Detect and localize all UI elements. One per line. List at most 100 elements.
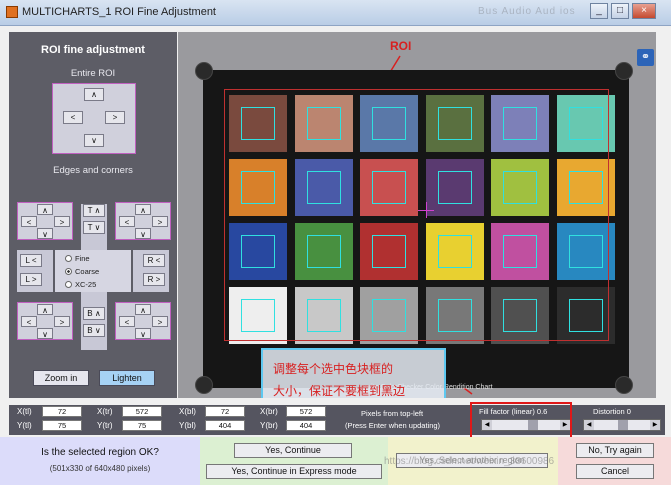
top-edge-down-button[interactable]: T ∨ <box>83 221 105 234</box>
tl-left-button[interactable]: < <box>21 216 37 227</box>
step-size-radio-group: Fine Coarse XC-25 <box>55 250 131 292</box>
y-tr-label: Y(tr) <box>97 421 113 430</box>
question-section: Is the selected region OK? (501x330 of 6… <box>0 437 200 485</box>
distortion-label: Distortion 0 <box>593 407 631 416</box>
watermark: https://blog.csdn.net/weixin_38600986 <box>384 456 555 467</box>
tl-up-button[interactable]: ∧ <box>37 204 53 215</box>
left-edge-left-button[interactable]: L < <box>20 254 42 267</box>
bl-up-button[interactable]: ∧ <box>37 304 53 315</box>
question-text: Is the selected region OK? <box>41 447 159 458</box>
menu-ghost-text: Bus Audio Aud ios <box>478 6 576 17</box>
radio-fine-label: Fine <box>75 254 90 263</box>
crosshair-v <box>426 202 427 218</box>
y-br-label: Y(br) <box>260 421 278 430</box>
x-br-label: X(br) <box>260 407 278 416</box>
region-info: (501x330 of 640x480 pixels) <box>49 464 151 473</box>
y-bl-label: Y(bl) <box>179 421 196 430</box>
tl-right-button[interactable]: > <box>54 216 70 227</box>
bl-down-button[interactable]: ∨ <box>37 328 53 339</box>
entire-right-button[interactable]: > <box>105 111 125 124</box>
distortion-slider[interactable]: ◀ ▶ <box>583 419 661 431</box>
annotation-line-2: 大小，保证不要框到黑边 <box>273 384 406 398</box>
maximize-icon[interactable]: □ <box>611 3 629 19</box>
x-bl-input[interactable]: 72 <box>205 406 245 417</box>
entire-roi-controls: ∧ < > ∨ <box>52 83 136 154</box>
bottom-edge-up-button[interactable]: B ∧ <box>83 307 105 320</box>
matlab-app-icon <box>6 6 18 18</box>
no-section: No, Try again Cancel <box>558 437 671 485</box>
entire-up-button[interactable]: ∧ <box>84 88 104 101</box>
right-edge-right-button[interactable]: R > <box>143 273 165 286</box>
entire-roi-label: Entire ROI <box>70 68 116 79</box>
zoom-in-button[interactable]: Zoom in <box>33 370 89 386</box>
x-tr-input[interactable]: 572 <box>122 406 162 417</box>
board-peg <box>195 62 213 80</box>
yes-express-button[interactable]: Yes, Continue in Express mode <box>206 464 382 479</box>
x-bl-label: X(bl) <box>179 407 196 416</box>
slider-left-arrow-icon[interactable]: ◀ <box>584 420 594 430</box>
panel-title: ROI fine adjustment <box>41 44 145 56</box>
annotation-line-1: 调整每个选中色块框的 <box>273 362 394 376</box>
chart-image-view[interactable]: ROI ⚭ x-rite ColorChecker Color Renditio… <box>178 32 656 398</box>
bottom-edge-down-button[interactable]: B ∨ <box>83 324 105 337</box>
x-br-input[interactable]: 572 <box>286 406 326 417</box>
fill-factor-highlight <box>470 402 572 439</box>
y-bl-input[interactable]: 404 <box>205 420 245 431</box>
radio-xc25-label: XC-25 <box>75 280 97 289</box>
entire-down-button[interactable]: ∨ <box>84 134 104 147</box>
br-down-button[interactable]: ∨ <box>135 328 151 339</box>
y-br-input[interactable]: 404 <box>286 420 326 431</box>
br-left-button[interactable]: < <box>119 316 135 327</box>
corner-top-left: ∧ < > ∨ <box>17 202 73 240</box>
tr-right-button[interactable]: > <box>152 216 168 227</box>
distortion-thumb[interactable] <box>618 420 628 430</box>
no-try-again-button[interactable]: No, Try again <box>576 443 654 458</box>
annotation-box: 调整每个选中色块框的 大小，保证不要框到黑边 <box>261 348 446 398</box>
tr-left-button[interactable]: < <box>119 216 135 227</box>
title-bar: MULTICHARTS_1 ROI Fine Adjustment Bus Au… <box>0 0 671 26</box>
yes-section: Yes, Continue Yes, Continue in Express m… <box>200 437 388 485</box>
top-edge-up-button[interactable]: T ∧ <box>83 204 105 217</box>
radio-dot-selected-icon <box>65 268 72 275</box>
close-icon[interactable]: × <box>632 3 656 19</box>
y-tl-label: Y(tl) <box>17 421 32 430</box>
left-edge-right-button[interactable]: L > <box>20 273 42 286</box>
press-enter-note: (Press Enter when updating) <box>345 421 441 430</box>
br-right-button[interactable]: > <box>152 316 168 327</box>
bl-right-button[interactable]: > <box>54 316 70 327</box>
action-bar: Is the selected region OK? (501x330 of 6… <box>0 437 671 485</box>
lighten-button[interactable]: Lighten <box>99 370 155 386</box>
roi-adjust-panel: ROI fine adjustment Entire ROI ∧ < > ∨ E… <box>9 32 177 398</box>
minimize-icon[interactable]: _ <box>590 3 608 19</box>
yes-continue-button[interactable]: Yes, Continue <box>234 443 352 458</box>
radio-coarse-label: Coarse <box>75 267 100 276</box>
slider-right-arrow-icon[interactable]: ▶ <box>650 420 660 430</box>
br-up-button[interactable]: ∧ <box>135 304 151 315</box>
bl-left-button[interactable]: < <box>21 316 37 327</box>
x-tl-input[interactable]: 72 <box>42 406 82 417</box>
window-title: MULTICHARTS_1 ROI Fine Adjustment <box>22 6 216 18</box>
corner-bottom-right: ∧ < > ∨ <box>115 302 171 340</box>
radio-dot-icon <box>65 281 72 288</box>
tl-down-button[interactable]: ∨ <box>37 228 53 239</box>
radio-xc25[interactable]: XC-25 <box>65 280 96 289</box>
link-icon[interactable]: ⚭ <box>637 49 654 66</box>
y-tl-input[interactable]: 75 <box>42 420 82 431</box>
tr-up-button[interactable]: ∧ <box>135 204 151 215</box>
y-tr-input[interactable]: 75 <box>122 420 162 431</box>
roi-frame <box>224 89 609 341</box>
cancel-button[interactable]: Cancel <box>576 464 654 479</box>
corner-top-right: ∧ < > ∨ <box>115 202 171 240</box>
entire-left-button[interactable]: < <box>63 111 83 124</box>
board-peg <box>615 376 633 394</box>
pixels-note: Pixels from top-left <box>361 409 424 418</box>
radio-dot-icon <box>65 255 72 262</box>
x-tr-label: X(tr) <box>97 407 113 416</box>
board-peg <box>195 376 213 394</box>
radio-coarse[interactable]: Coarse <box>65 267 99 276</box>
tr-down-button[interactable]: ∨ <box>135 228 151 239</box>
corner-bottom-left: ∧ < > ∨ <box>17 302 73 340</box>
radio-fine[interactable]: Fine <box>65 254 90 263</box>
right-edge-left-button[interactable]: R < <box>143 254 165 267</box>
edges-corners-label: Edges and corners <box>53 165 133 176</box>
